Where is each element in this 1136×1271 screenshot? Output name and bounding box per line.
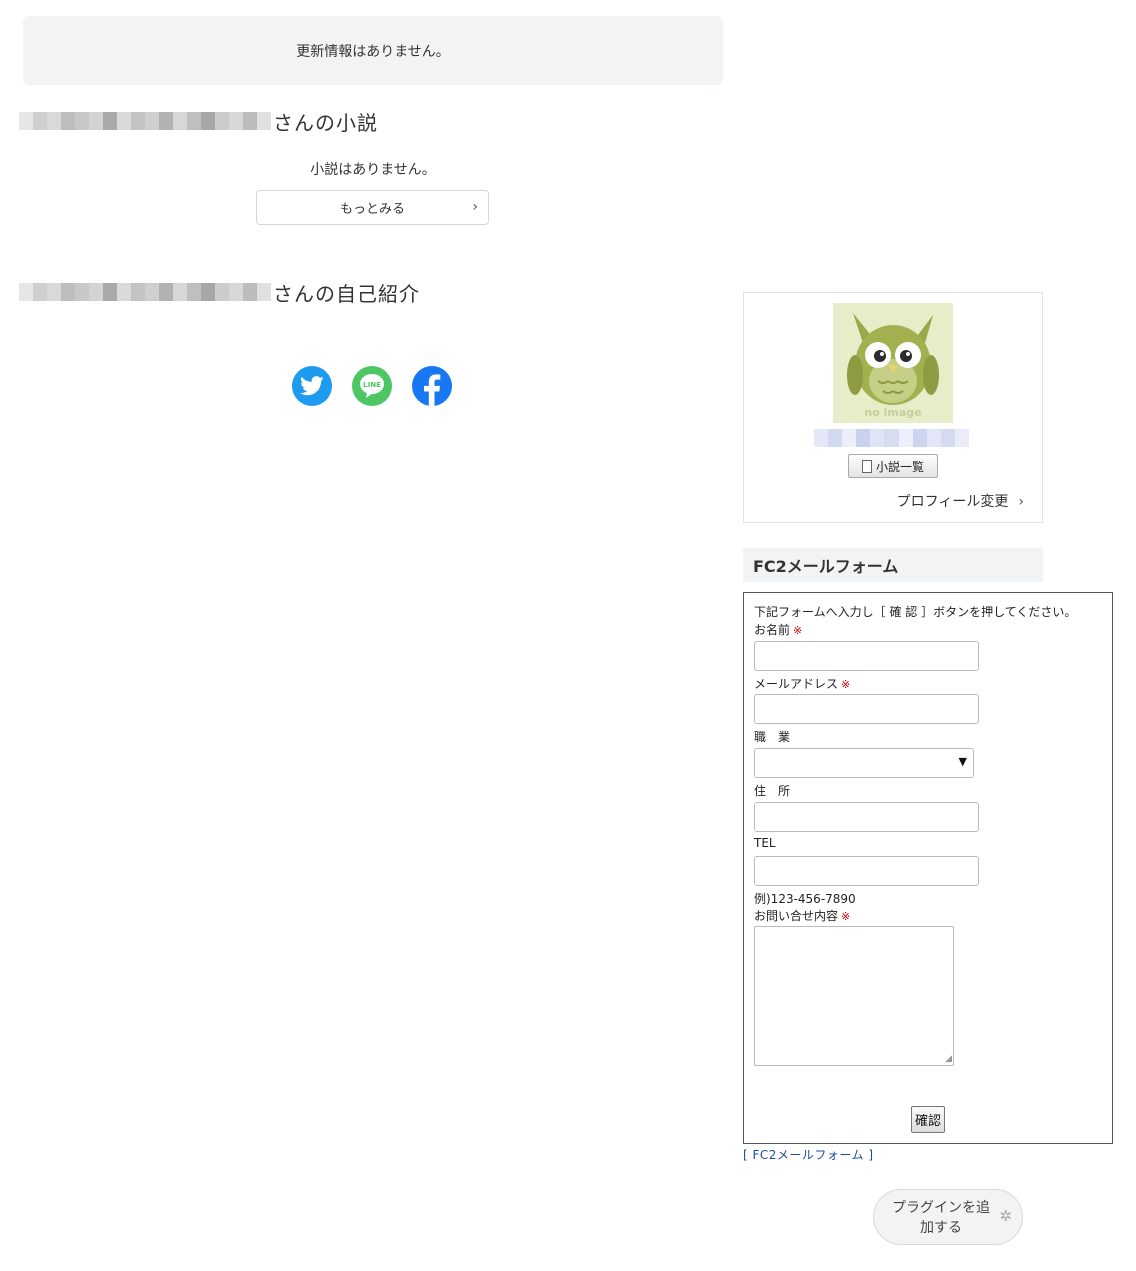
chevron-right-icon: › — [472, 199, 478, 215]
job-label: 職 業 — [754, 730, 791, 744]
tel-example: 例)123-456-7890 — [754, 892, 856, 906]
name-field[interactable] — [754, 641, 979, 671]
dropdown-arrow-icon: ▼ — [958, 755, 967, 768]
fc2-mailform-link[interactable]: [ FC2メールフォーム ] — [743, 1146, 874, 1163]
job-select[interactable]: ▼ — [754, 748, 974, 778]
mail-form: 下記フォームへ入力し［ 確 認 ］ボタンを押してください。 お名前 ※ メールアド… — [743, 592, 1113, 1144]
intro-section-title: さんの自己紹介 — [19, 277, 420, 307]
form-instruction: 下記フォームへ入力し［ 確 認 ］ボタンを押してください。 — [754, 605, 1077, 619]
name-label: お名前 ※ — [754, 623, 803, 637]
address-field[interactable] — [754, 802, 979, 832]
inquiry-textarea[interactable]: ◢ — [754, 926, 954, 1066]
gear-icon: ✲ — [999, 1207, 1012, 1225]
facebook-icon[interactable] — [412, 366, 452, 406]
more-button-label: もっとみる — [339, 202, 405, 217]
no-image-text: no image — [864, 406, 922, 419]
add-plugin-button[interactable]: プラグインを追加する ✲ — [873, 1189, 1023, 1245]
tel-label: TEL — [754, 836, 776, 850]
confirm-button[interactable]: 確認 — [911, 1106, 945, 1133]
novel-list-button[interactable]: 小説一覧 — [848, 454, 938, 478]
inquiry-label: お問い合せ内容 ※ — [754, 909, 851, 923]
profile-change-link[interactable]: プロフィール変更 › — [897, 491, 1024, 511]
profile-change-label: プロフィール変更 — [896, 494, 1009, 510]
updates-message: 更新情報はありません。 — [296, 43, 450, 60]
blurred-username — [19, 283, 271, 301]
svg-text:LINE: LINE — [363, 381, 381, 389]
blurred-profile-name — [814, 429, 970, 447]
fc2-header-text: FC2メールフォーム — [753, 557, 899, 576]
updates-notice: 更新情報はありません。 — [23, 16, 723, 85]
required-mark: ※ — [841, 678, 851, 691]
required-mark: ※ — [793, 624, 803, 637]
email-field[interactable] — [754, 694, 979, 724]
profile-card: no image 小説一覧 プロフィール変更 › — [743, 292, 1043, 523]
novels-section-title: さんの小説 — [19, 106, 378, 136]
required-mark: ※ — [841, 910, 851, 923]
twitter-icon[interactable] — [292, 366, 332, 406]
avatar: no image — [833, 303, 953, 423]
line-icon[interactable]: LINE — [352, 366, 392, 406]
blurred-username — [19, 112, 271, 130]
share-buttons: LINE — [292, 366, 452, 406]
novels-title-text: さんの小説 — [273, 110, 378, 135]
resize-handle-icon[interactable]: ◢ — [945, 1054, 952, 1064]
novel-list-label: 小説一覧 — [875, 459, 924, 474]
fc2-form-header: FC2メールフォーム — [743, 548, 1043, 582]
confirm-button-label: 確認 — [914, 1114, 941, 1129]
email-label: メールアドレス ※ — [754, 677, 851, 691]
owl-icon — [847, 313, 939, 405]
document-icon — [861, 459, 872, 473]
chevron-right-icon: › — [1018, 494, 1024, 510]
address-label: 住 所 — [754, 784, 791, 798]
add-plugin-label: プラグインを追加する — [892, 1200, 990, 1236]
more-button[interactable]: もっとみる › — [256, 190, 489, 225]
novels-empty-message: 小説はありません。 — [310, 162, 436, 178]
intro-title-text: さんの自己紹介 — [273, 281, 420, 306]
tel-field[interactable] — [754, 856, 979, 886]
